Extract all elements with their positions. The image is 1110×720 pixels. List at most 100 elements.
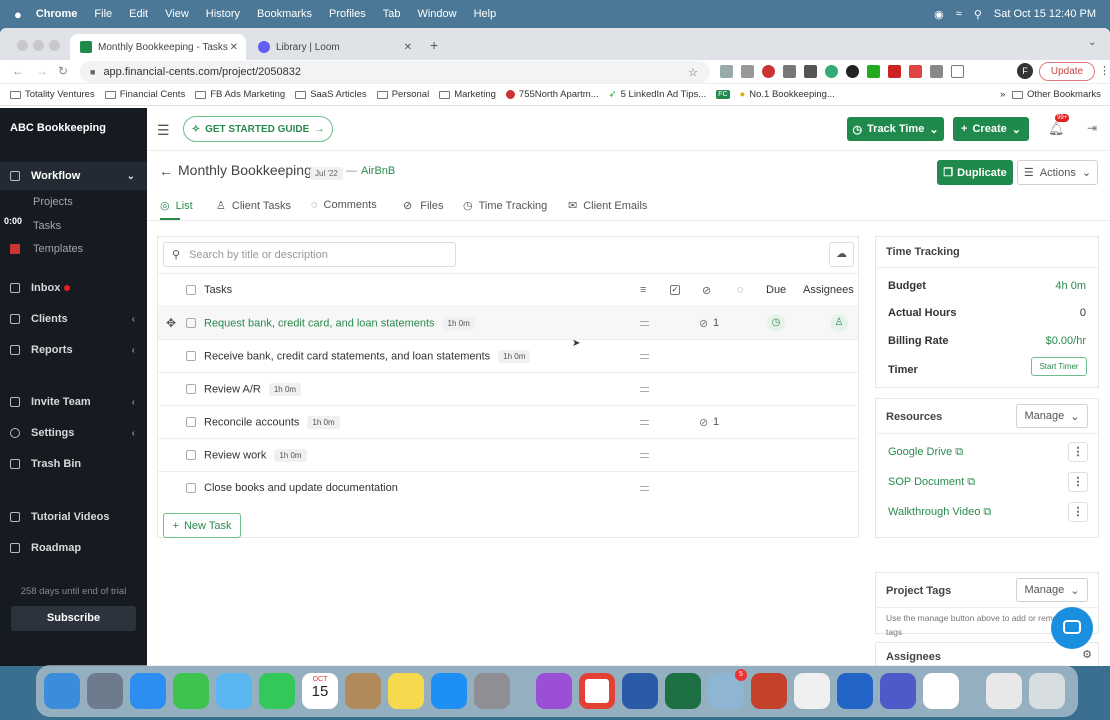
tab-client-tasks[interactable]: ♙ Client Tasks bbox=[216, 199, 291, 213]
menu-bookmarks[interactable]: Bookmarks bbox=[257, 8, 312, 20]
drag-handle-icon[interactable] bbox=[640, 485, 649, 491]
task-checkbox[interactable] bbox=[186, 318, 196, 328]
track-time-button[interactable]: ◷ Track Time ⌄ bbox=[847, 117, 944, 141]
puzzle-icon[interactable] bbox=[930, 65, 943, 78]
task-checkbox[interactable] bbox=[186, 483, 196, 493]
close-tab-icon[interactable]: ✕ bbox=[230, 42, 238, 53]
zoom-window-button[interactable] bbox=[49, 40, 60, 51]
back-icon[interactable]: ← bbox=[12, 64, 24, 78]
contacts-icon[interactable] bbox=[345, 673, 381, 709]
manage-tags-button[interactable]: Manage ⌄ bbox=[1016, 578, 1088, 602]
task-name[interactable]: Review work 1h 0m bbox=[204, 448, 307, 462]
menu-tab[interactable]: Tab bbox=[383, 8, 401, 20]
start-timer-button[interactable]: Start Timer bbox=[1031, 357, 1087, 376]
sidebar-item-invite-team[interactable]: Invite Team ‹ bbox=[0, 389, 147, 415]
slack-icon[interactable] bbox=[923, 673, 959, 709]
sidebar-item-workflow[interactable]: Workflow ⌄ bbox=[0, 163, 147, 189]
extension-icon[interactable] bbox=[888, 65, 901, 78]
new-tab-icon[interactable]: + bbox=[430, 37, 438, 53]
hamburger-icon[interactable]: ☰ bbox=[157, 122, 170, 139]
extension-icon[interactable] bbox=[741, 65, 754, 78]
new-task-button[interactable]: + New Task bbox=[163, 513, 241, 538]
clock[interactable]: Sat Oct 15 12:40 PM bbox=[994, 8, 1096, 20]
task-name[interactable]: Request bank, credit card, and loan stat… bbox=[204, 316, 475, 330]
table-row[interactable]: Reconcile accounts 1h 0m ⊘ 1 bbox=[158, 405, 858, 438]
finder-icon[interactable] bbox=[44, 673, 80, 709]
reload-icon[interactable]: ↻ bbox=[58, 64, 68, 78]
select-all-checkbox[interactable] bbox=[186, 285, 196, 295]
tab-list[interactable]: ◎ List bbox=[160, 199, 193, 213]
address-bar[interactable]: ■ app.financial-cents.com/project/205083… bbox=[80, 61, 710, 83]
more-options-icon[interactable]: ⋮ bbox=[1068, 472, 1088, 492]
task-name[interactable]: Close books and update documentation bbox=[204, 482, 398, 494]
browser-tab[interactable]: Library | Loom ✕ bbox=[248, 34, 420, 60]
sidebar-item-roadmap[interactable]: Roadmap bbox=[0, 535, 147, 561]
bookmark-item[interactable]: Financial Cents bbox=[104, 89, 185, 100]
extension-icon[interactable] bbox=[867, 65, 880, 78]
table-row[interactable]: Review A/R 1h 0m bbox=[158, 372, 858, 405]
menu-app-name[interactable]: Chrome bbox=[36, 8, 78, 20]
chrome-menu-icon[interactable]: ⋮ bbox=[1099, 64, 1110, 77]
system-preferences-icon[interactable] bbox=[474, 673, 510, 709]
sidepanel-icon[interactable] bbox=[951, 65, 964, 78]
extension-icon[interactable] bbox=[783, 65, 796, 78]
status-icon[interactable]: ◉ bbox=[934, 8, 944, 21]
extension-icon[interactable] bbox=[909, 65, 922, 78]
budget-value[interactable]: 4h 0m bbox=[1055, 280, 1086, 292]
sidebar-item-clients[interactable]: Clients ‹ bbox=[0, 306, 147, 332]
sidebar-item-settings[interactable]: Settings ‹ bbox=[0, 420, 147, 446]
resource-link[interactable]: Walkthrough Video ⧉ bbox=[888, 506, 991, 519]
task-checkbox[interactable] bbox=[186, 384, 196, 394]
word-icon[interactable] bbox=[622, 673, 658, 709]
menu-window[interactable]: Window bbox=[417, 8, 456, 20]
table-row[interactable]: Review work 1h 0m bbox=[158, 438, 858, 471]
drag-handle-icon[interactable] bbox=[640, 386, 649, 392]
close-window-button[interactable] bbox=[17, 40, 28, 51]
client-link[interactable]: AirBnB bbox=[361, 165, 395, 177]
bookmark-item[interactable]: ● No.1 Bookkeeping... bbox=[740, 89, 835, 100]
messages-icon[interactable] bbox=[173, 673, 209, 709]
calendar-icon[interactable]: OCT 15 bbox=[302, 673, 338, 709]
bookmark-item[interactable]: Personal bbox=[376, 89, 429, 100]
drag-handle-icon[interactable] bbox=[640, 320, 649, 326]
app-store-icon[interactable] bbox=[431, 673, 467, 709]
cloud-download-icon[interactable]: ☁ bbox=[829, 242, 854, 267]
extension-icon[interactable] bbox=[846, 65, 859, 78]
news-icon[interactable] bbox=[794, 673, 830, 709]
maps-icon[interactable] bbox=[216, 673, 252, 709]
extension-icon[interactable] bbox=[720, 65, 733, 78]
more-options-icon[interactable]: ⋮ bbox=[1068, 502, 1088, 522]
tab-comments[interactable]: ◌ Comments bbox=[311, 199, 377, 211]
resource-link[interactable]: Google Drive ⧉ bbox=[888, 446, 963, 459]
bookmarks-overflow-icon[interactable]: » bbox=[1000, 89, 1005, 100]
task-name[interactable]: Reconcile accounts 1h 0m bbox=[204, 415, 340, 429]
task-checkbox[interactable] bbox=[186, 351, 196, 361]
document-icon[interactable] bbox=[986, 673, 1022, 709]
search-icon[interactable]: ⚲ bbox=[974, 8, 982, 21]
drag-handle-icon[interactable] bbox=[640, 419, 649, 425]
update-button[interactable]: Update bbox=[1039, 62, 1095, 81]
more-options-icon[interactable]: ⋮ bbox=[1068, 442, 1088, 462]
tab-files[interactable]: ⊘ Files bbox=[403, 199, 443, 213]
gear-icon[interactable]: ⚙ bbox=[1082, 648, 1092, 661]
brand-name[interactable]: ABC Bookkeeping bbox=[10, 122, 106, 134]
table-row[interactable]: Close books and update documentation bbox=[158, 471, 858, 504]
chrome-icon[interactable] bbox=[579, 673, 615, 709]
tab-time-tracking[interactable]: ◷ Time Tracking bbox=[463, 199, 547, 213]
tab-search-icon[interactable]: ⌄ bbox=[1088, 37, 1096, 48]
table-row[interactable]: Receive bank, credit card statements, an… bbox=[158, 339, 858, 372]
menu-file[interactable]: File bbox=[94, 8, 112, 20]
browser-tab-active[interactable]: Monthly Bookkeeping - Tasks ✕ bbox=[70, 34, 246, 60]
bookmark-item[interactable]: Marketing bbox=[439, 89, 496, 100]
back-arrow-icon[interactable]: ← bbox=[159, 163, 173, 179]
billing-rate-value[interactable]: $0.00/hr bbox=[1046, 335, 1086, 347]
sidebar-item-inbox[interactable]: Inbox bbox=[0, 275, 147, 301]
bookmark-item[interactable]: ➶ 5 LinkedIn Ad Tips... bbox=[609, 89, 707, 100]
podcasts-icon[interactable] bbox=[536, 673, 572, 709]
resource-link[interactable]: SOP Document ⧉ bbox=[888, 476, 975, 489]
tasks-app-icon[interactable] bbox=[837, 673, 873, 709]
bell-icon[interactable]: 🔔︎ bbox=[1048, 121, 1065, 137]
bookmark-item[interactable]: SaaS Articles bbox=[295, 89, 367, 100]
subscribe-button[interactable]: Subscribe bbox=[11, 606, 136, 631]
task-checkbox[interactable] bbox=[186, 450, 196, 460]
